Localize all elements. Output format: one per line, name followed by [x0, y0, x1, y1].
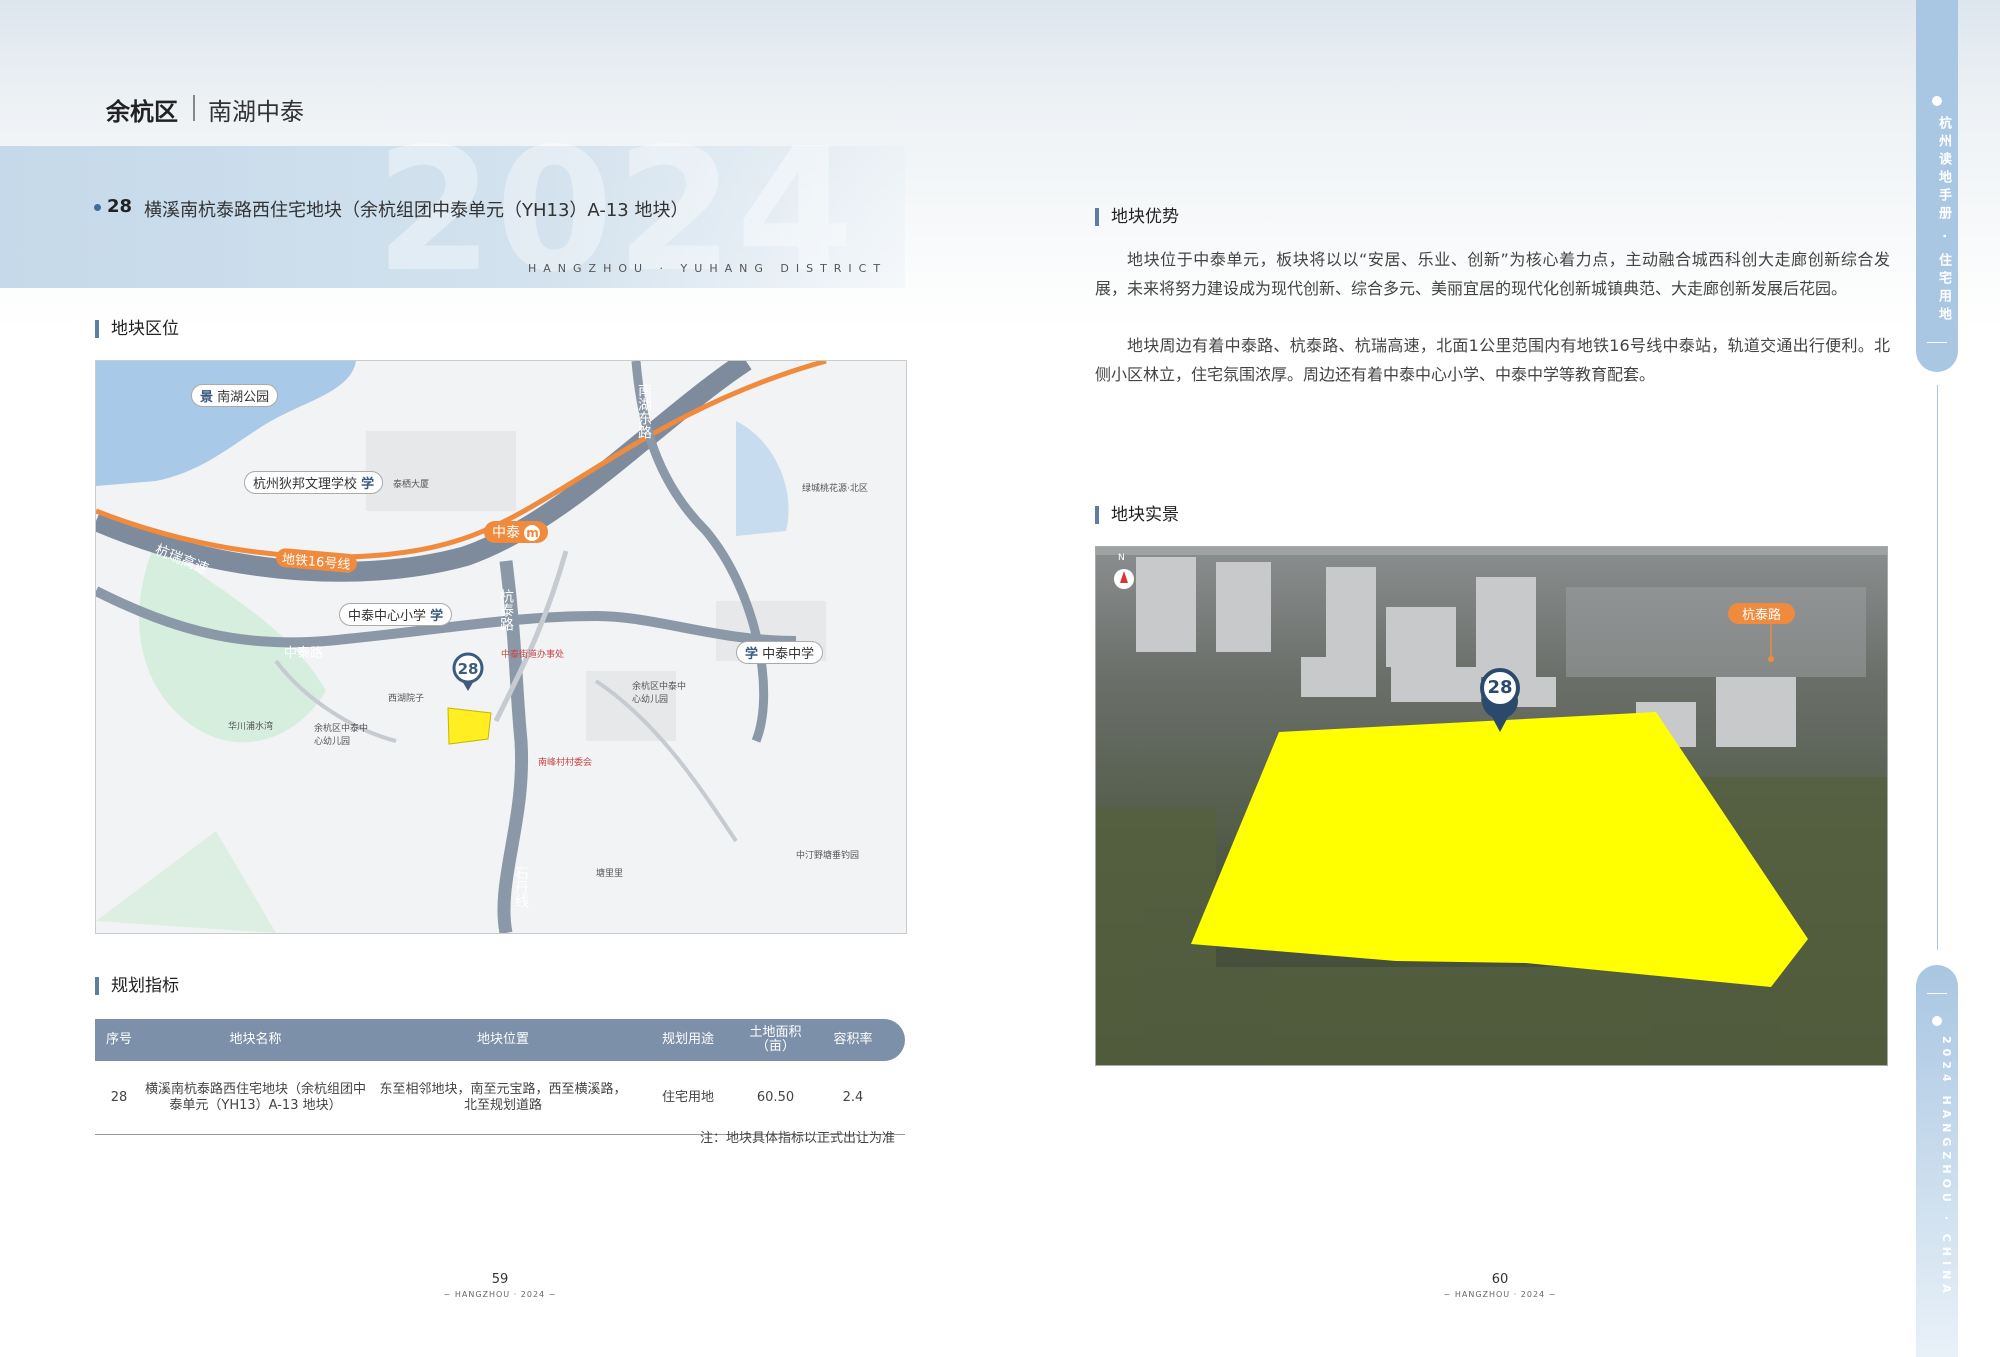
page-footer-right: ~ HANGZHOU · 2024 ~ — [1443, 1290, 1557, 1299]
plot-number: 28 — [107, 196, 133, 217]
map-label-school3: 学 中泰中学 — [736, 641, 824, 664]
col-header: 序号 — [105, 1032, 132, 1047]
table-note: 注：地块具体指标以正式出让为准 — [700, 1131, 896, 1146]
green-area-2 — [96, 831, 276, 933]
section-advantages: 地块优势 — [1095, 208, 1179, 226]
side-divider-line — [1937, 385, 1938, 950]
page-number-right: 60 — [1491, 1272, 1509, 1287]
header-divider — [193, 95, 195, 121]
map-small-label: 中泰街道办事处 — [501, 650, 565, 660]
district-title: 余杭区 — [106, 98, 178, 126]
map-small-label: 绿城桃花源·北区 — [802, 484, 868, 494]
side-tab-top-text: 杭州读地手册 · 住宅用地 — [1936, 116, 1951, 325]
map-small-label: 南峰村村委会 — [538, 758, 593, 768]
plot-highlight — [447, 707, 492, 745]
map-label-school1: 杭州狄邦文理学校 学 — [244, 471, 384, 494]
map-label-school2: 中泰中心小学 学 — [339, 603, 453, 626]
side-tab-dot — [1932, 96, 1942, 106]
aerial-photo: 28 杭泰路 N — [1095, 546, 1888, 1066]
map-marker-number: 28 — [457, 660, 479, 678]
map-small-label: 西湖院子 — [388, 694, 425, 704]
section-photo: 地块实景 — [1095, 506, 1179, 524]
advantage-paragraph-1: 地块位于中泰单元，板块将以以“安居、乐业、创新”为核心着力点，主动融合城西科创大… — [1095, 250, 1890, 298]
side-tab-rule — [1927, 342, 1947, 343]
area-title: 南湖中泰 — [208, 98, 304, 126]
map-label-nanhu-east-road: 南湖东路 — [636, 383, 652, 439]
map-small-label: 泰栖大厦 — [393, 480, 430, 490]
block — [366, 431, 516, 511]
district-subtitle: HANGZHOU · YUHANG DISTRICT — [528, 262, 888, 275]
table-cell: 28 — [110, 1090, 128, 1105]
section-location: 地块区位 — [95, 320, 179, 338]
map-label-zhongtai-road: 中泰路 — [284, 646, 324, 661]
section-planning: 规划指标 — [95, 977, 179, 995]
map-small-label: 余杭区中泰中心幼儿园 — [314, 724, 369, 747]
col-header: 地块位置 — [476, 1032, 529, 1047]
table-cell: 东至相邻地块，南至元宝路，西至横溪路，北至规划道路 — [379, 1082, 627, 1113]
table-cell: 住宅用地 — [661, 1090, 714, 1105]
col-header: 容积率 — [833, 1032, 873, 1047]
pond-shape — [736, 421, 789, 536]
map-small-label: 塘里里 — [596, 869, 624, 879]
map-small-label: 余杭区中泰中心幼儿园 — [632, 682, 687, 705]
side-tab-dot — [1932, 1016, 1942, 1026]
map-label-park: 景 南湖公园 — [191, 384, 279, 407]
plot-title: 横溪南杭泰路西住宅地块（余杭组团中泰单元（YH13）A-13 地块） — [144, 200, 689, 221]
photo-road-label: 杭泰路 — [1728, 603, 1796, 624]
photo-marker-number: 28 — [1487, 677, 1513, 698]
col-header: 规划用途 — [661, 1032, 714, 1047]
map-label-hangtai-road: 杭泰路 — [498, 589, 514, 631]
table-cell: 横溪南杭泰路西住宅地块（余杭组团中泰单元（YH13）A-13 地块） — [144, 1082, 366, 1113]
table-cell: 2.4 — [842, 1090, 864, 1105]
compass-north: N — [1118, 553, 1125, 563]
col-header: 地块名称 — [229, 1032, 282, 1047]
bullet-dot — [94, 204, 101, 211]
col-header: 土地面积（亩） — [749, 1025, 802, 1054]
lake-shape — [96, 361, 356, 486]
location-map: 景 南湖公园 杭州狄邦文理学校 学 泰栖大厦 杭瑞高速 地铁16号线 中泰 m … — [95, 360, 907, 934]
side-tab-bottom-text: 2024 HANGZHOU · CHINA — [1940, 1036, 1953, 1298]
page-footer-left: ~ HANGZHOU · 2024 ~ — [443, 1290, 557, 1299]
map-label-shidan-road: 石丹线 — [513, 866, 529, 908]
map-label-station: 中泰 m — [484, 521, 549, 543]
map-small-label: 中汀野塘垂钓园 — [796, 851, 860, 861]
table-cell: 60.50 — [756, 1090, 795, 1105]
aerial-canvas — [1096, 547, 1887, 1065]
side-tab-rule — [1927, 993, 1947, 994]
page-number-left: 59 — [491, 1272, 509, 1287]
advantage-paragraph-2: 地块周边有着中泰路、杭泰路、杭瑞高速，北面1公里范围内有地铁16号线中泰站，轨道… — [1095, 336, 1890, 384]
map-small-label: 华川浦水湾 — [228, 722, 274, 732]
metro-icon: m — [524, 525, 541, 541]
